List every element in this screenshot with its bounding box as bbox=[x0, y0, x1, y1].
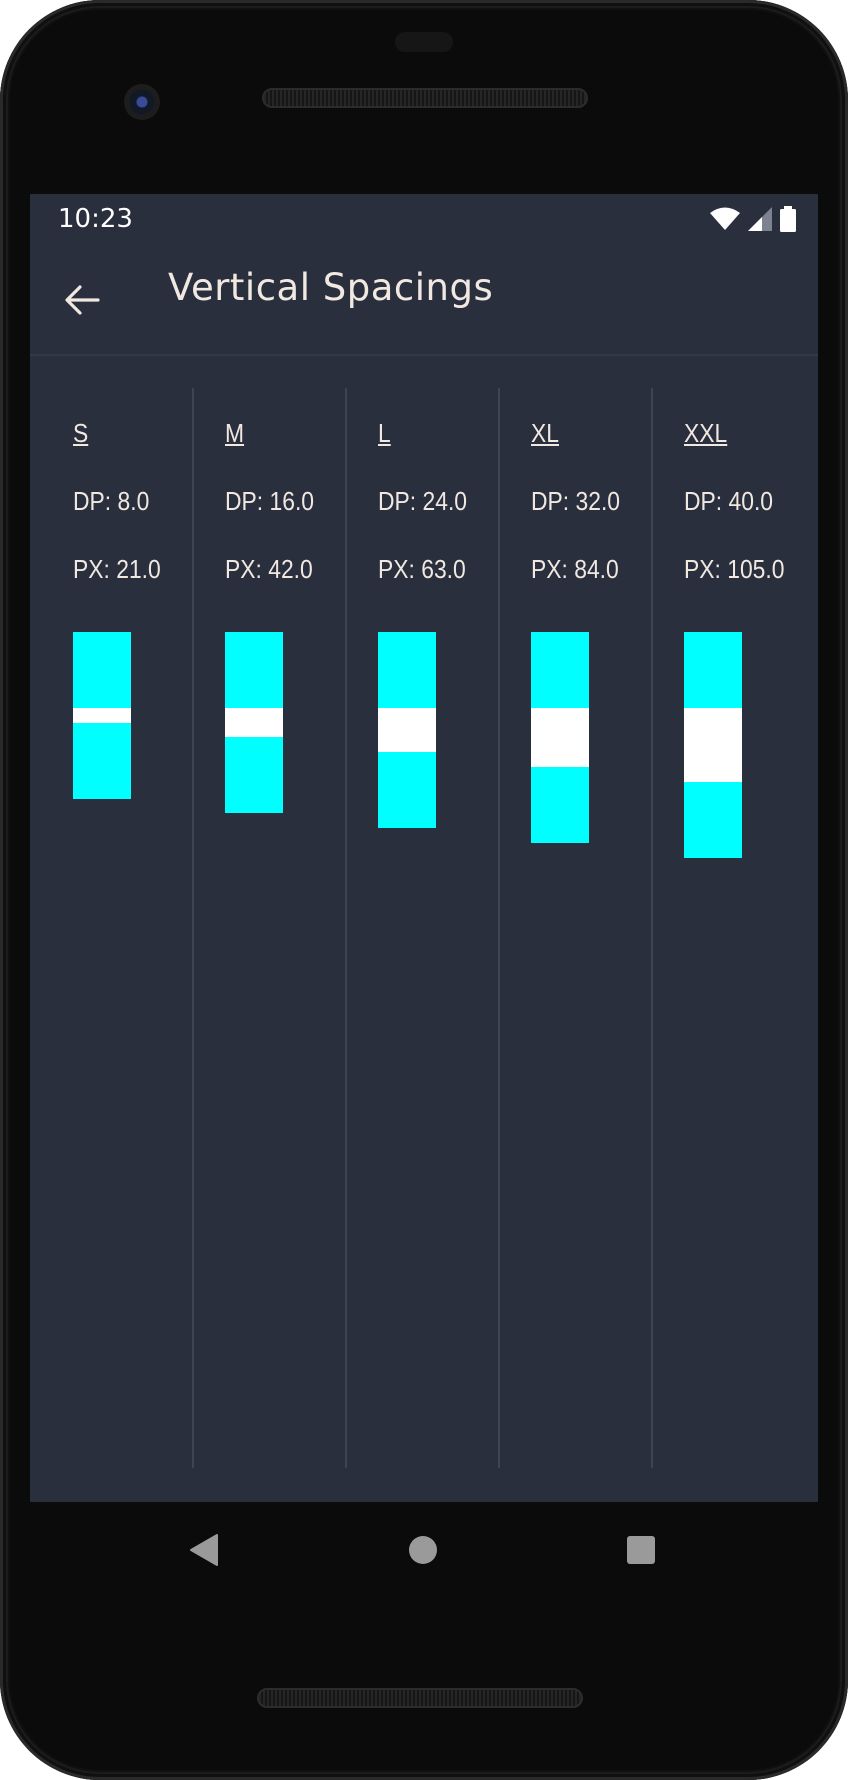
arrow-left-icon bbox=[65, 285, 100, 315]
spacing-column: S DP: 8.0 PX: 21.0 bbox=[73, 388, 213, 1468]
status-bar: 10:23 bbox=[30, 194, 818, 242]
spacing-column: M DP: 16.0 PX: 42.0 bbox=[225, 388, 365, 1468]
status-icons bbox=[710, 206, 796, 232]
proximity-sensor bbox=[395, 32, 453, 52]
spacing-columns: S DP: 8.0 PX: 21.0 M DP: 16.0 PX: 42.0 L DP: 24… bbox=[30, 388, 818, 1468]
recents-square-icon bbox=[627, 1536, 655, 1564]
swatch-top-block bbox=[73, 632, 131, 708]
system-nav-bar bbox=[0, 1502, 848, 1592]
spacing-swatch bbox=[684, 632, 742, 858]
spacing-px-value: PX: 63.0 bbox=[378, 554, 466, 584]
spacing-swatch bbox=[73, 632, 131, 799]
spacing-dp-value: DP: 40.0 bbox=[684, 486, 774, 516]
back-button[interactable] bbox=[54, 272, 110, 328]
back-triangle-icon bbox=[190, 1534, 218, 1566]
page-title: Vertical Spacings bbox=[168, 266, 494, 309]
spacing-name: M bbox=[225, 418, 245, 448]
spacing-swatch bbox=[225, 632, 283, 813]
spacing-name: XXL bbox=[684, 418, 728, 448]
swatch-gap bbox=[225, 708, 283, 737]
screen: 10:23 Vertical Spacings S DP: 8.0 PX: 21… bbox=[30, 194, 818, 1502]
status-time: 10:23 bbox=[58, 204, 133, 234]
battery-icon bbox=[780, 206, 796, 232]
bottom-speaker bbox=[257, 1688, 583, 1708]
app-bar: Vertical Spacings bbox=[30, 242, 818, 356]
home-circle-icon bbox=[409, 1536, 437, 1564]
swatch-top-block bbox=[225, 632, 283, 708]
spacing-dp-value: DP: 24.0 bbox=[378, 486, 468, 516]
swatch-bottom-block bbox=[73, 723, 131, 799]
swatch-top-block bbox=[684, 632, 742, 708]
spacing-swatch bbox=[378, 632, 436, 828]
earpiece-speaker bbox=[262, 88, 588, 108]
spacing-name: L bbox=[378, 418, 391, 448]
spacing-px-value: PX: 42.0 bbox=[225, 554, 313, 584]
spacing-dp-value: DP: 32.0 bbox=[531, 486, 621, 516]
swatch-gap bbox=[531, 708, 589, 767]
nav-home-button[interactable] bbox=[393, 1520, 453, 1580]
swatch-gap bbox=[73, 708, 131, 723]
spacing-column: XXL DP: 40.0 PX: 105.0 bbox=[684, 388, 818, 1468]
spacing-name: S bbox=[73, 418, 89, 448]
swatch-bottom-block bbox=[378, 752, 436, 828]
phone-frame: 10:23 Vertical Spacings S DP: 8.0 PX: 21… bbox=[0, 0, 848, 1780]
swatch-bottom-block bbox=[225, 737, 283, 813]
cell-signal-icon bbox=[748, 207, 772, 231]
swatch-gap bbox=[684, 708, 742, 782]
swatch-bottom-block bbox=[531, 767, 589, 843]
nav-recents-button[interactable] bbox=[611, 1520, 671, 1580]
front-camera-icon bbox=[124, 84, 160, 120]
spacing-swatch bbox=[531, 632, 589, 843]
spacing-name: XL bbox=[531, 418, 559, 448]
spacing-px-value: PX: 21.0 bbox=[73, 554, 161, 584]
nav-back-button[interactable] bbox=[174, 1520, 234, 1580]
swatch-gap bbox=[378, 708, 436, 752]
spacing-column: XL DP: 32.0 PX: 84.0 bbox=[531, 388, 671, 1468]
swatch-top-block bbox=[531, 632, 589, 708]
spacing-dp-value: DP: 16.0 bbox=[225, 486, 315, 516]
swatch-bottom-block bbox=[684, 782, 742, 858]
spacing-dp-value: DP: 8.0 bbox=[73, 486, 150, 516]
spacing-px-value: PX: 84.0 bbox=[531, 554, 619, 584]
spacing-px-value: PX: 105.0 bbox=[684, 554, 785, 584]
spacing-column: L DP: 24.0 PX: 63.0 bbox=[378, 388, 518, 1468]
swatch-top-block bbox=[378, 632, 436, 708]
wifi-icon bbox=[710, 207, 740, 230]
